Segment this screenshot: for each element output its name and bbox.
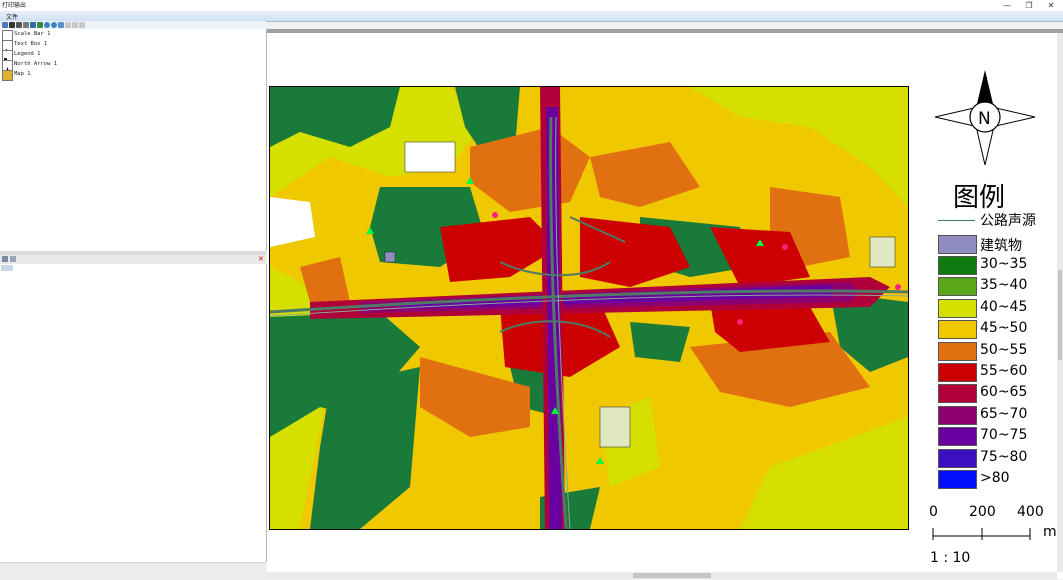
horizontal-scrollbar[interactable]	[267, 572, 1057, 579]
tree-item-legend[interactable]: Legend 1	[2, 50, 202, 65]
legend-class-label: 75~80	[980, 448, 1028, 465]
redo-icon[interactable]	[72, 22, 78, 28]
align-icon[interactable]	[79, 22, 85, 28]
legend-swatch	[938, 363, 977, 382]
legend-row-class: 70~75	[938, 427, 1056, 447]
legend-row-class: 30~35	[938, 256, 1056, 275]
legend-swatch	[938, 427, 977, 447]
map-icon	[2, 70, 13, 81]
save-icon[interactable]	[30, 22, 36, 28]
window-title-bar: 打印输出 — ❐ ✕	[0, 0, 1063, 11]
legend-class-label: 70~75	[980, 427, 1028, 444]
noise-contour-map	[270, 87, 908, 529]
legend-class-label: 55~60	[980, 363, 1028, 379]
tree-item-label: Scale Bar 1	[14, 31, 51, 37]
legend-class-label: 35~40	[980, 277, 1028, 294]
legend-swatch	[938, 448, 977, 468]
legend-row-class: 40~45	[938, 298, 1056, 318]
maximize-button[interactable]: ❐	[1017, 0, 1041, 11]
text-tool-icon[interactable]	[16, 22, 22, 28]
horizontal-ruler	[267, 29, 1063, 33]
zoom-out-icon[interactable]	[51, 22, 57, 28]
legend-class-label: 40~45	[980, 298, 1028, 315]
layout-elements-panel: Scale Bar 1 A Text Box 1 Legend 1 North …	[0, 29, 267, 251]
print-icon[interactable]	[37, 22, 43, 28]
legend-row-class: 50~55	[938, 341, 1056, 361]
legend-class-label: >80	[980, 470, 1010, 486]
north-arrow-icon: N	[934, 70, 1036, 166]
legend-swatch	[938, 470, 977, 489]
legend-swatch	[938, 405, 977, 425]
legend-row-building: 建筑物	[938, 235, 1056, 254]
tree-item-map[interactable]: Map 1	[2, 70, 202, 81]
tree-item-label: Text Box 1	[14, 41, 48, 47]
legend-title[interactable]: 图例	[953, 177, 1005, 214]
close-button[interactable]: ✕	[1039, 0, 1063, 11]
legend-row-class: >80	[938, 470, 1056, 489]
tree-item-label: North Arrow 1	[14, 61, 58, 67]
zoom-in-icon[interactable]	[44, 22, 50, 28]
alphabetical-icon[interactable]	[10, 256, 16, 262]
road-label: 公路声源	[980, 213, 1036, 229]
north-letter: N	[978, 109, 991, 129]
road-line-swatch	[938, 220, 975, 221]
scale-tick-label: 400	[1017, 504, 1044, 520]
legend-swatch	[938, 341, 977, 361]
horizontal-scroll-thumb[interactable]	[633, 573, 711, 578]
legend-swatch	[938, 384, 977, 404]
scale-bar-line	[932, 528, 1031, 540]
vertical-scrollbar[interactable]	[1057, 33, 1063, 572]
legend-swatch	[938, 320, 977, 340]
legend-row-class: 55~60	[938, 363, 1056, 382]
legend-swatch	[938, 277, 977, 297]
scale-tick-label: 200	[969, 504, 996, 520]
line-tool-icon[interactable]	[23, 22, 29, 28]
tree-item-label: Map 1	[14, 71, 31, 77]
building-swatch	[938, 235, 977, 254]
scale-unit: m	[1043, 524, 1057, 540]
new-icon[interactable]	[2, 22, 8, 28]
legend-swatch	[938, 298, 977, 318]
status-bar	[0, 562, 266, 580]
legend-class-label: 45~50	[980, 320, 1028, 337]
tree-item-text-box[interactable]: A Text Box 1	[2, 40, 202, 56]
delete-icon[interactable]	[58, 22, 64, 28]
tree-item-scale-bar[interactable]: Scale Bar 1	[2, 30, 202, 44]
tree-item-label: Legend 1	[14, 51, 41, 57]
minimize-button[interactable]: —	[995, 0, 1019, 11]
pointer-icon[interactable]	[9, 22, 15, 28]
tree-item-north-arrow[interactable]: North Arrow 1	[2, 60, 202, 76]
legend-row-class: 75~80	[938, 448, 1056, 468]
legend-row-class: 45~50	[938, 320, 1056, 340]
close-panel-icon[interactable]: ✕	[258, 255, 264, 263]
legend-swatch	[938, 256, 977, 275]
scale-bar[interactable]: 0 200 400 m	[929, 504, 1060, 544]
scale-tick-label: 0	[929, 504, 938, 520]
properties-panel	[0, 264, 267, 562]
north-arrow[interactable]: N	[932, 70, 1038, 166]
scale-ratio[interactable]: 1 : 10	[930, 550, 970, 566]
undo-icon[interactable]	[65, 22, 71, 28]
menu-file[interactable]: 文件	[6, 12, 18, 21]
window-title: 打印输出	[2, 2, 27, 9]
categorized-icon[interactable]	[2, 256, 8, 262]
legend-class-label: 50~55	[980, 341, 1028, 358]
legend-row-class: 65~70	[938, 405, 1056, 425]
legend-row-class: 35~40	[938, 277, 1056, 297]
building-label: 建筑物	[980, 238, 1022, 254]
vertical-scroll-thumb[interactable]	[1058, 270, 1062, 360]
noise-map[interactable]	[269, 86, 909, 530]
toolbar	[0, 21, 266, 29]
legend-class-label: 60~65	[980, 384, 1028, 401]
property-grid-tab[interactable]	[1, 265, 13, 271]
legend-row-class: 60~65	[938, 384, 1056, 404]
legend-class-label: 65~70	[980, 405, 1028, 422]
legend-road: 公路声源	[938, 210, 1056, 230]
legend-class-label: 30~35	[980, 256, 1028, 272]
